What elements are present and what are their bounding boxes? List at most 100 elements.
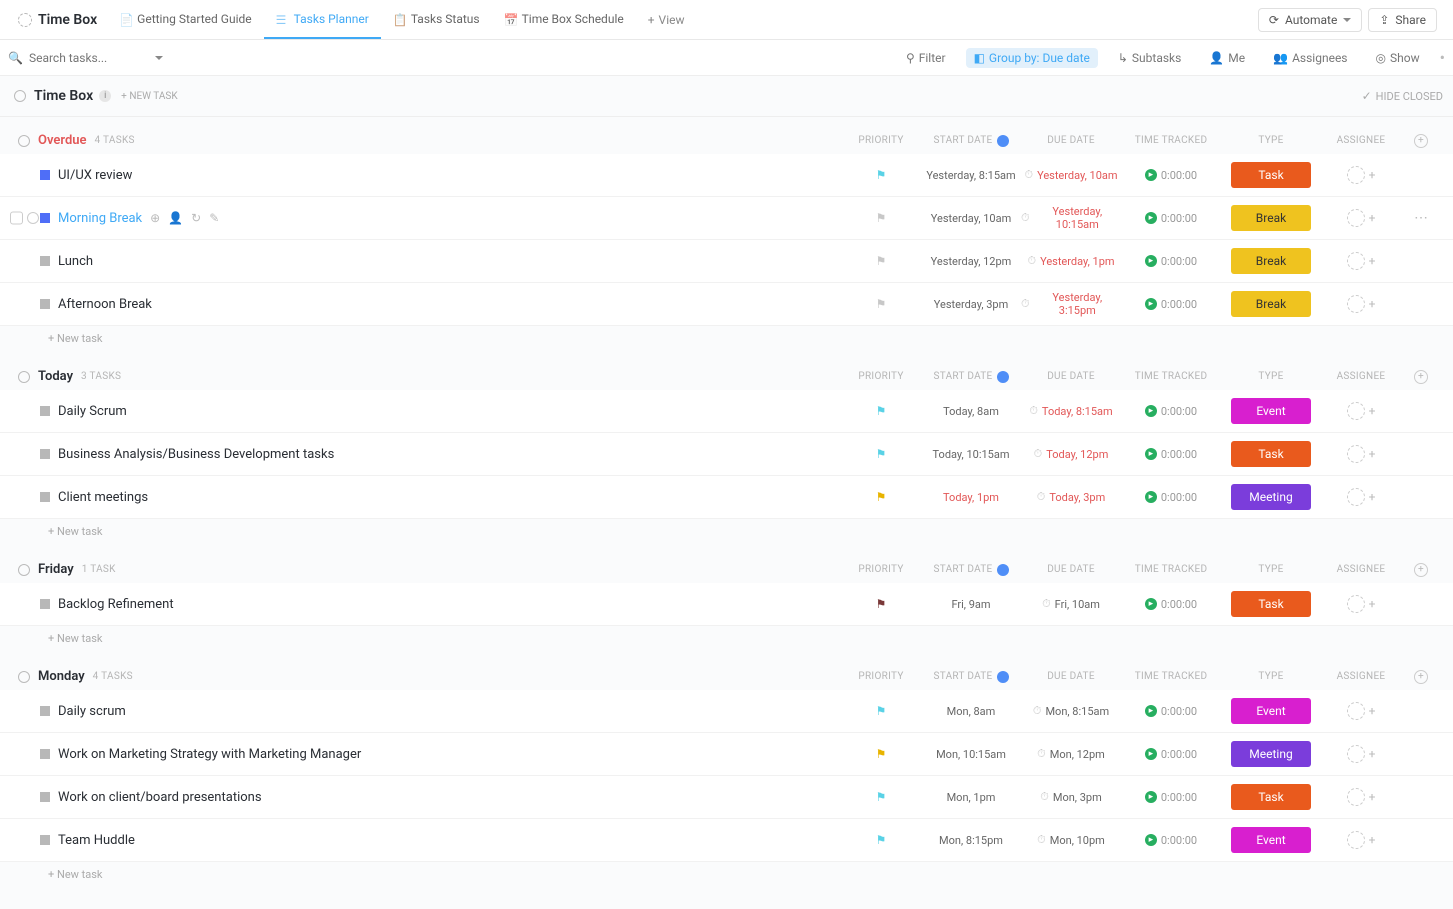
new-task-button[interactable]: + New task xyxy=(0,862,1453,887)
cell-time-tracked[interactable]: ▸0:00:00 xyxy=(1121,598,1221,611)
cell-due-date[interactable]: ⏱Fri, 10am xyxy=(1021,597,1121,611)
cell-type[interactable]: Break xyxy=(1221,205,1321,231)
cell-type[interactable]: Meeting xyxy=(1221,741,1321,767)
cell-start-date[interactable]: Yesterday, 8:15am xyxy=(921,169,1021,182)
status-square-icon[interactable] xyxy=(40,599,50,609)
collapse-group-icon[interactable] xyxy=(18,564,30,576)
hide-closed-button[interactable]: ✓ HIDE CLOSED xyxy=(1362,89,1443,103)
cell-start-date[interactable]: Mon, 8:15pm xyxy=(921,834,1021,847)
cell-time-tracked[interactable]: ▸0:00:00 xyxy=(1121,298,1221,311)
col-time-tracked[interactable]: TIME TRACKED xyxy=(1121,564,1221,575)
task-row[interactable]: UI/UX review⚑Yesterday, 8:15am⏱Yesterday… xyxy=(0,154,1453,197)
task-row[interactable]: Team Huddle⚑Mon, 8:15pm⏱Mon, 10pm▸0:00:0… xyxy=(0,819,1453,862)
cell-type[interactable]: Event xyxy=(1221,698,1321,724)
tab-tasks-planner[interactable]: ☰Tasks Planner xyxy=(264,0,381,39)
cell-time-tracked[interactable]: ▸0:00:00 xyxy=(1121,212,1221,225)
status-square-icon[interactable] xyxy=(40,492,50,502)
add-column-button[interactable]: + xyxy=(1401,370,1441,384)
cell-assignee[interactable]: + xyxy=(1321,402,1401,420)
play-icon[interactable]: ▸ xyxy=(1145,255,1157,267)
col-priority[interactable]: PRIORITY xyxy=(841,564,921,575)
task-name[interactable]: UI/UX review xyxy=(58,168,132,183)
cell-type[interactable]: Task xyxy=(1221,441,1321,467)
task-name[interactable]: Client meetings xyxy=(58,490,148,505)
filter-button[interactable]: ⚲Filter xyxy=(898,48,954,68)
cell-priority[interactable]: ⚑ xyxy=(841,597,921,611)
cell-assignee[interactable]: + xyxy=(1321,595,1401,613)
status-square-icon[interactable] xyxy=(40,299,50,309)
task-name[interactable]: Business Analysis/Business Development t… xyxy=(58,447,334,462)
cell-assignee[interactable]: + xyxy=(1321,209,1401,227)
cell-type[interactable]: Task xyxy=(1221,162,1321,188)
task-name[interactable]: Afternoon Break xyxy=(58,297,152,312)
status-square-icon[interactable] xyxy=(40,706,50,716)
play-icon[interactable]: ▸ xyxy=(1145,212,1157,224)
cell-time-tracked[interactable]: ▸0:00:00 xyxy=(1121,491,1221,504)
cell-due-date[interactable]: ⏱Today, 8:15am xyxy=(1021,404,1121,418)
collapse-list-icon[interactable] xyxy=(14,90,26,102)
col-time-tracked[interactable]: TIME TRACKED xyxy=(1121,135,1221,146)
task-row[interactable]: Client meetings⚑Today, 1pm⏱Today, 3pm▸0:… xyxy=(0,476,1453,519)
cell-priority[interactable]: ⚑ xyxy=(841,404,921,418)
task-name[interactable]: Morning Break xyxy=(58,211,142,226)
status-square-icon[interactable] xyxy=(40,835,50,845)
cell-priority[interactable]: ⚑ xyxy=(841,447,921,461)
cell-assignee[interactable]: + xyxy=(1321,702,1401,720)
subtask-icon[interactable]: ⊕ xyxy=(150,211,160,225)
cell-start-date[interactable]: Mon, 1pm xyxy=(921,791,1021,804)
cell-due-date[interactable]: ⏱Yesterday, 3:15pm xyxy=(1021,291,1121,317)
add-column-button[interactable]: + xyxy=(1401,563,1441,577)
cell-type[interactable]: Task xyxy=(1221,784,1321,810)
col-start-date[interactable]: START DATE xyxy=(921,564,1021,576)
assignees-button[interactable]: 👥Assignees xyxy=(1265,48,1355,68)
cell-time-tracked[interactable]: ▸0:00:00 xyxy=(1121,705,1221,718)
col-due-date[interactable]: DUE DATE xyxy=(1021,135,1121,146)
cycle-icon[interactable]: ↻ xyxy=(191,211,201,225)
cell-type[interactable]: Meeting xyxy=(1221,484,1321,510)
col-start-date[interactable]: START DATE xyxy=(921,671,1021,683)
cell-start-date[interactable]: Today, 8am xyxy=(921,405,1021,418)
cell-time-tracked[interactable]: ▸0:00:00 xyxy=(1121,834,1221,847)
task-name[interactable]: Lunch xyxy=(58,254,93,269)
play-icon[interactable]: ▸ xyxy=(1145,448,1157,460)
col-assignee[interactable]: ASSIGNEE xyxy=(1321,671,1401,682)
cell-time-tracked[interactable]: ▸0:00:00 xyxy=(1121,448,1221,461)
row-status-circle-icon[interactable] xyxy=(27,212,39,224)
tab-tasks-status[interactable]: 📋Tasks Status xyxy=(381,0,492,39)
cell-due-date[interactable]: ⏱Mon, 10pm xyxy=(1021,833,1121,847)
row-more-button[interactable]: ⋯ xyxy=(1401,210,1441,226)
cell-type[interactable]: Event xyxy=(1221,398,1321,424)
task-name[interactable]: Daily scrum xyxy=(58,704,126,719)
cell-type[interactable]: Task xyxy=(1221,591,1321,617)
col-start-date[interactable]: START DATE xyxy=(921,371,1021,383)
cell-assignee[interactable]: + xyxy=(1321,745,1401,763)
col-priority[interactable]: PRIORITY xyxy=(841,671,921,682)
status-square-icon[interactable] xyxy=(40,213,50,223)
cell-due-date[interactable]: ⏱Mon, 3pm xyxy=(1021,790,1121,804)
search-input[interactable] xyxy=(29,51,149,65)
col-type[interactable]: TYPE xyxy=(1221,135,1321,146)
task-row[interactable]: Lunch⚑Yesterday, 12pm⏱Yesterday, 1pm▸0:0… xyxy=(0,240,1453,283)
tab-time-box-schedule[interactable]: 📅Time Box Schedule xyxy=(492,0,636,39)
status-square-icon[interactable] xyxy=(40,406,50,416)
col-priority[interactable]: PRIORITY xyxy=(841,135,921,146)
play-icon[interactable]: ▸ xyxy=(1145,834,1157,846)
cell-due-date[interactable]: ⏱Yesterday, 10:15am xyxy=(1021,205,1121,231)
cell-priority[interactable]: ⚑ xyxy=(841,297,921,311)
col-due-date[interactable]: DUE DATE xyxy=(1021,564,1121,575)
cell-start-date[interactable]: Yesterday, 3pm xyxy=(921,298,1021,311)
cell-start-date[interactable]: Mon, 8am xyxy=(921,705,1021,718)
cell-due-date[interactable]: ⏱Yesterday, 10am xyxy=(1021,168,1121,182)
col-priority[interactable]: PRIORITY xyxy=(841,371,921,382)
status-square-icon[interactable] xyxy=(40,749,50,759)
cell-time-tracked[interactable]: ▸0:00:00 xyxy=(1121,791,1221,804)
col-time-tracked[interactable]: TIME TRACKED xyxy=(1121,371,1221,382)
cell-time-tracked[interactable]: ▸0:00:00 xyxy=(1121,255,1221,268)
me-button[interactable]: 👤Me xyxy=(1201,48,1253,68)
cell-type[interactable]: Event xyxy=(1221,827,1321,853)
task-row[interactable]: Morning Break⊕👤↻✎⚑Yesterday, 10am⏱Yester… xyxy=(0,197,1453,240)
play-icon[interactable]: ▸ xyxy=(1145,491,1157,503)
col-type[interactable]: TYPE xyxy=(1221,564,1321,575)
cell-start-date[interactable]: Fri, 9am xyxy=(921,598,1021,611)
status-square-icon[interactable] xyxy=(40,256,50,266)
